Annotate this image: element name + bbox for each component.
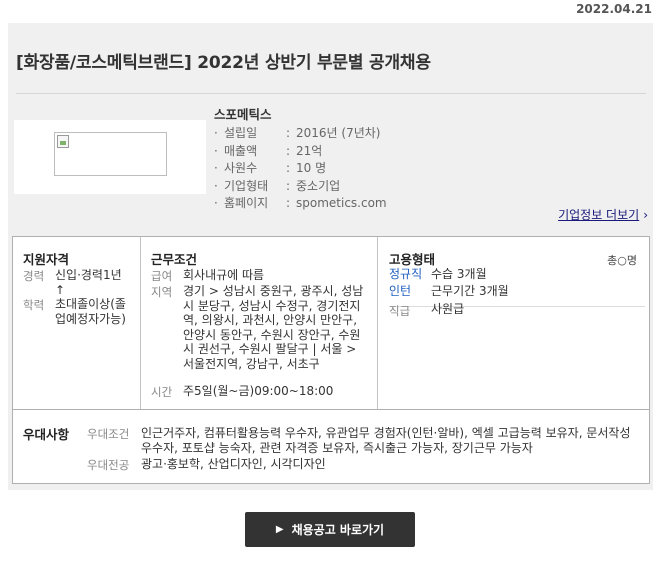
info-value: 중소기업	[296, 178, 341, 193]
recruit-conditions-box: 지원자격 경력 신입·경력1년↑ 학력 초대졸이상(졸업예정자가능) 근무조건 …	[12, 236, 650, 484]
company-logo-box	[14, 120, 206, 194]
info-value: 10 명	[296, 161, 327, 176]
bullet-icon: ·	[214, 196, 218, 211]
info-key: 홈페이지	[224, 196, 269, 211]
info-value: 21억	[296, 143, 323, 158]
qualification-title: 지원자격	[23, 252, 70, 267]
apply-button-label: 채용공고 바로가기	[291, 523, 385, 537]
info-key: 기업형태	[224, 178, 269, 193]
employment-divider	[389, 306, 645, 307]
preference-title: 우대사항	[23, 427, 70, 442]
company-name: 스포메틱스	[214, 107, 272, 122]
column-divider	[377, 237, 378, 409]
bullet-icon: ·	[214, 178, 218, 193]
salary-value: 회사내규에 따름	[183, 268, 265, 282]
info-colon: :	[286, 161, 291, 176]
preference-cond-label: 우대조건	[87, 427, 130, 441]
employment-type-title: 고용형태	[389, 252, 436, 267]
triangle-right-icon: ▶	[275, 524, 284, 535]
chevron-right-icon: ›	[643, 208, 648, 222]
info-colon: :	[286, 178, 291, 193]
column-divider	[140, 237, 141, 409]
info-colon: :	[286, 126, 291, 140]
bullet-icon: ·	[214, 161, 218, 176]
apply-button[interactable]: ▶ 채용공고 바로가기	[245, 512, 415, 547]
rank-label: 직급	[389, 304, 411, 318]
preference-major-value: 광고·홍보학, 산업디자인, 시각디자인	[141, 457, 326, 471]
row-divider	[13, 409, 649, 410]
more-link-label: 기업정보 더보기	[558, 208, 640, 222]
headcount: 총○명	[607, 254, 637, 267]
time-value: 주5일(월~금)09:00~18:00	[183, 384, 334, 398]
preference-major-label: 우대전공	[87, 458, 130, 472]
education-value: 초대졸이상(졸업예정자가능)	[55, 297, 126, 326]
broken-image-icon	[57, 135, 69, 148]
info-key: 매출액	[224, 143, 258, 158]
salary-label: 급여	[151, 269, 173, 283]
info-colon: :	[286, 143, 291, 158]
employment-type1-label: 정규직	[389, 267, 423, 281]
bullet-icon: ·	[214, 126, 218, 140]
work-conditions-title: 근무조건	[151, 252, 198, 267]
education-label: 학력	[23, 298, 45, 312]
info-value: 2016년 (7년차)	[296, 126, 381, 140]
preference-cond-value: 인근거주자, 컴퓨터활용능력 우수자, 유관업무 경험자(인턴·알바), 엑셀 …	[141, 426, 631, 455]
employment-type1-value: 수습 3개월	[431, 267, 487, 281]
employment-type2-label: 인턴	[389, 284, 412, 298]
location-value: 경기 > 성남시 중원구, 광주시, 성남시 분당구, 성남시 수정구, 경기전…	[183, 284, 364, 371]
company-info-more-link[interactable]: 기업정보 더보기 ›	[558, 206, 648, 223]
posting-title: [화장품/코스메틱브랜드] 2022년 상반기 부문별 공개채용	[16, 53, 431, 73]
employment-type2-value: 근무기간 3개월	[431, 284, 509, 298]
time-label: 시간	[151, 385, 173, 399]
career-label: 경력	[23, 269, 45, 283]
company-logo-image	[54, 132, 167, 176]
posting-date: 2022.04.21	[576, 2, 652, 16]
location-label: 지역	[151, 285, 173, 299]
info-key: 설립일	[224, 126, 258, 140]
bullet-icon: ·	[214, 143, 218, 158]
info-key: 사원수	[224, 161, 258, 176]
career-value: 신입·경력1년↑	[55, 268, 122, 297]
title-divider	[16, 93, 646, 94]
info-colon: :	[286, 196, 291, 211]
rank-value: 사원급	[431, 302, 465, 316]
info-value[interactable]: spometics.com	[296, 195, 387, 213]
